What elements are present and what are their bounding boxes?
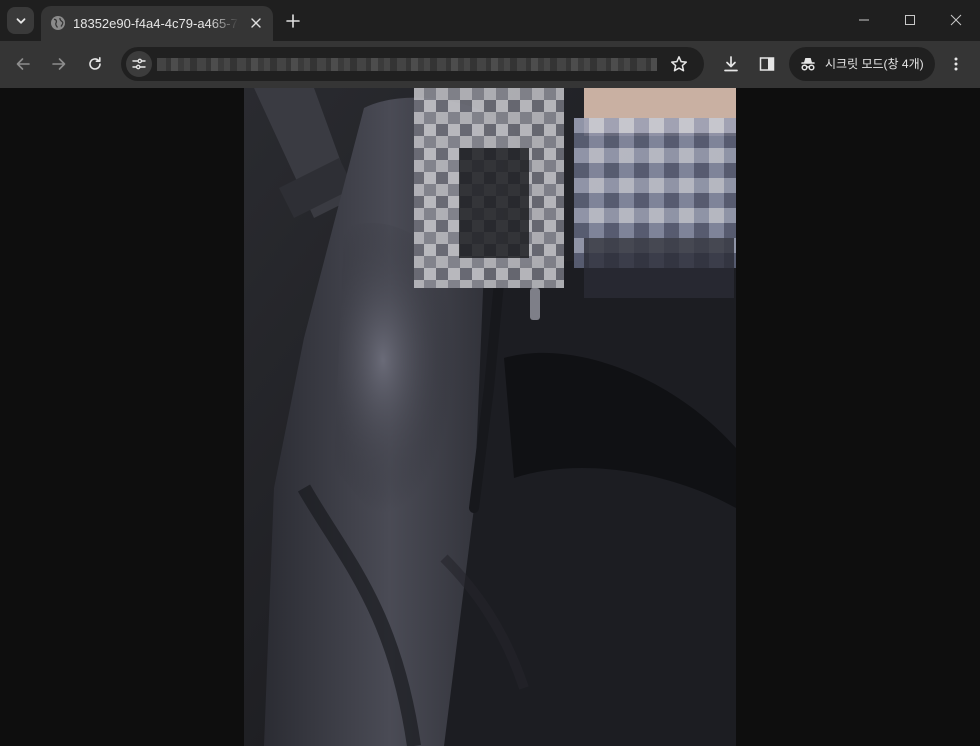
maximize-icon: [905, 15, 915, 25]
side-panel-icon: [759, 57, 775, 71]
site-info-button[interactable]: [126, 51, 152, 77]
toolbar: 시크릿 모드(창 4개): [0, 41, 980, 88]
active-tab[interactable]: 18352e90-f4a4-4c79-a465-7c6: [41, 6, 273, 41]
incognito-icon: [801, 58, 815, 71]
arrow-right-icon: [52, 58, 66, 70]
tab-strip: 18352e90-f4a4-4c79-a465-7c6: [0, 0, 980, 41]
side-panel-button[interactable]: [753, 50, 781, 78]
page-viewport: [0, 88, 980, 746]
url-text-redacted: [157, 58, 657, 71]
downloads-button[interactable]: [717, 50, 745, 78]
back-button[interactable]: [9, 50, 37, 78]
chevron-down-icon: [16, 17, 25, 24]
reload-button[interactable]: [81, 50, 109, 78]
close-icon: [251, 18, 261, 28]
reload-icon: [89, 57, 101, 70]
minimize-icon: [859, 19, 869, 21]
maximize-button[interactable]: [887, 0, 933, 40]
download-icon: [724, 56, 738, 72]
tab-close-button[interactable]: [247, 14, 265, 32]
forward-button[interactable]: [45, 50, 73, 78]
address-bar[interactable]: [121, 47, 704, 81]
menu-button[interactable]: [942, 50, 970, 78]
tune-icon: [132, 58, 146, 70]
window-close-button[interactable]: [933, 0, 979, 40]
arrow-left-icon: [16, 58, 30, 70]
more-vert-icon: [954, 57, 958, 71]
minimize-button[interactable]: [841, 0, 887, 40]
new-tab-button[interactable]: [281, 9, 305, 33]
photo-content: [244, 88, 736, 746]
incognito-label: 시크릿 모드(창 4개): [825, 57, 924, 71]
close-icon: [950, 14, 962, 26]
browser-window: 18352e90-f4a4-4c79-a465-7c6 시크릿 모드(창 4개): [0, 0, 980, 746]
plus-icon: [286, 14, 300, 28]
globe-icon: [51, 16, 65, 30]
tab-title: 18352e90-f4a4-4c79-a465-7c6: [73, 16, 239, 31]
displayed-photo: [244, 88, 736, 746]
star-icon: [670, 56, 688, 72]
tab-search-button[interactable]: [7, 7, 34, 34]
incognito-indicator[interactable]: 시크릿 모드(창 4개): [789, 47, 935, 81]
bookmark-button[interactable]: [667, 52, 691, 76]
